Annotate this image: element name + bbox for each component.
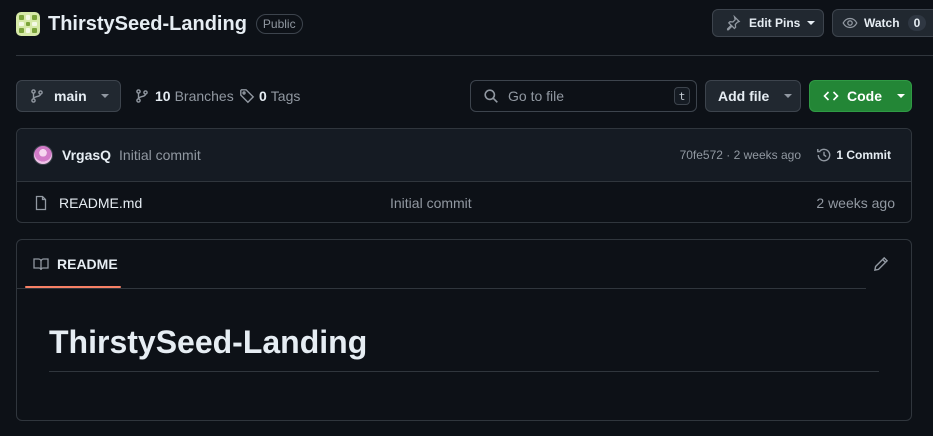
file-name[interactable]: README.md <box>59 195 142 211</box>
chevron-down-icon <box>100 94 109 98</box>
file-date: 2 weeks ago <box>816 194 895 211</box>
search-icon <box>483 88 499 104</box>
tags-count: 0 <box>259 88 267 104</box>
branches-count: 10 <box>155 88 171 104</box>
heading-rule <box>49 371 879 372</box>
watch-count: 0 <box>907 15 927 31</box>
book-icon <box>33 256 49 272</box>
history-icon <box>816 147 832 163</box>
readme-heading: ThirstySeed-Landing <box>49 324 368 360</box>
tag-icon <box>239 88 255 104</box>
commit-author[interactable]: VrgasQ <box>62 147 111 163</box>
file-commit-message[interactable]: Initial commit <box>390 195 472 211</box>
commit-message[interactable]: Initial commit <box>119 147 201 163</box>
pin-icon <box>725 15 741 31</box>
header-divider <box>16 55 933 56</box>
visibility-badge: Public <box>255 14 303 34</box>
search-placeholder: Go to file <box>508 88 565 104</box>
edit-pins-label: Edit Pins <box>749 16 801 30</box>
file-list: VrgasQ Initial commit 70fe572 · 2 weeks … <box>16 128 912 223</box>
branch-icon <box>29 88 45 104</box>
chevron-down-icon <box>897 94 905 98</box>
repo-avatar <box>16 12 40 36</box>
commit-hash-time[interactable]: 70fe572 · 2 weeks ago <box>680 148 801 162</box>
pencil-icon[interactable] <box>873 256 889 272</box>
latest-commit-row: VrgasQ Initial commit 70fe572 · 2 weeks … <box>17 129 911 182</box>
eye-icon <box>842 15 858 31</box>
watch-button[interactable]: Watch 0 <box>832 9 933 37</box>
branch-name: main <box>54 88 87 104</box>
repo-name[interactable]: ThirstySeed-Landing <box>48 13 247 36</box>
edit-pins-button[interactable]: Edit Pins <box>712 9 824 37</box>
add-file-button[interactable]: Add file <box>705 80 801 112</box>
branch-icon <box>134 88 150 104</box>
commits-link[interactable]: 1 Commit <box>816 147 891 163</box>
watch-label: Watch <box>864 16 900 30</box>
commit-count: 1 Commit <box>836 148 891 162</box>
shortcut-hint: t <box>674 87 690 105</box>
file-icon <box>33 195 49 211</box>
tab-readme[interactable]: README <box>33 256 118 272</box>
branches-label: Branches <box>174 88 234 104</box>
go-to-file-input[interactable]: Go to file t <box>470 80 697 112</box>
readme-divider <box>17 288 866 289</box>
branch-selector[interactable]: main <box>16 80 121 112</box>
avatar[interactable] <box>33 145 53 165</box>
repo-header: ThirstySeed-Landing Public <box>16 12 303 36</box>
add-file-label: Add file <box>718 88 770 104</box>
branches-link[interactable]: 10 Branches <box>134 80 234 112</box>
chevron-down-icon <box>784 94 793 98</box>
readme-tab-label: README <box>57 256 118 272</box>
readme-panel: README ThirstySeed-Landing <box>16 239 912 421</box>
chevron-down-icon <box>807 21 816 25</box>
code-icon <box>823 88 839 104</box>
code-button[interactable]: Code <box>809 80 912 112</box>
code-label: Code <box>847 88 882 104</box>
tags-label: Tags <box>270 88 301 104</box>
list-item[interactable]: README.md Initial commit 2 weeks ago <box>17 182 911 222</box>
tags-link[interactable]: 0 Tags <box>239 80 300 112</box>
